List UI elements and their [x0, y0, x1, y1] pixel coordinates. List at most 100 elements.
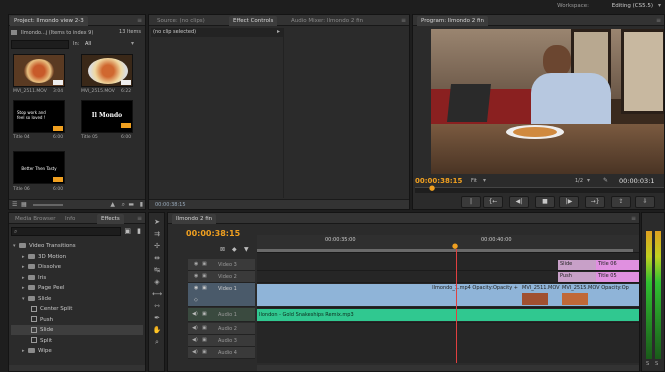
tab-program[interactable]: Program: Ilmondo 2 fin	[417, 16, 488, 26]
clip-ilmondo-1[interactable]: Ilmondo_1.mp4 Opacity:Opacity +	[257, 284, 520, 306]
tab-audio-mixer[interactable]: Audio Mixer: Ilmondo 2 fin	[287, 16, 367, 26]
new-bin-icon[interactable]: ▣	[124, 227, 131, 235]
work-area-bar[interactable]	[257, 249, 633, 252]
thumbnail-title-06[interactable]: Better Then Tasty	[13, 151, 65, 184]
track-header-audio-1[interactable]: ◀) ▣ Audio 1	[188, 308, 255, 322]
rewind-button[interactable]: ◀|	[509, 196, 529, 208]
eye-icon[interactable]: ◉	[194, 273, 198, 279]
lock-icon[interactable]: ▣	[202, 311, 207, 317]
time-ruler[interactable]: 00:00:35:00 00:00:40:00	[257, 235, 639, 253]
tab-effects[interactable]: Effects	[97, 214, 124, 224]
transition-push[interactable]: Push	[558, 272, 596, 282]
lock-icon[interactable]: ▣	[202, 337, 207, 343]
solo-icon[interactable]: S	[655, 361, 658, 367]
track-select-tool-icon[interactable]: ⇉	[151, 229, 163, 239]
slip-tool-icon[interactable]: ⟷	[151, 289, 163, 299]
delete-icon[interactable]: ▮	[140, 201, 143, 208]
automate-icon[interactable]: ▲	[110, 201, 115, 208]
panel-menu-icon[interactable]: ≡	[401, 17, 406, 24]
eye-icon[interactable]: ◉	[194, 285, 198, 291]
razor-tool-icon[interactable]: ◈	[151, 277, 163, 287]
effects-folder[interactable]: ▸ Dissolve	[11, 262, 143, 272]
lock-icon[interactable]: ▣	[202, 285, 207, 291]
effects-folder[interactable]: ▸ Iris	[11, 273, 143, 283]
effects-folder[interactable]: ▸ Page Peel	[11, 283, 143, 293]
track-header-video-2[interactable]: ◉ ▣ Video 2	[188, 271, 255, 283]
effect-divider[interactable]	[283, 28, 284, 198]
zoom-slider[interactable]	[33, 204, 63, 206]
timeline-scrollbar[interactable]	[257, 365, 639, 371]
transition-slide[interactable]: Slide	[558, 260, 596, 270]
pen-tool-icon[interactable]: ✒	[151, 313, 163, 323]
effects-folder[interactable]: ▾ Video Transitions	[11, 241, 143, 251]
panel-menu-icon[interactable]: ≡	[631, 215, 636, 222]
rolling-edit-tool-icon[interactable]: ⇹	[151, 253, 163, 263]
playhead-marker-icon[interactable]: ●	[429, 184, 435, 192]
wrench-icon[interactable]: ✎	[603, 177, 608, 184]
panel-menu-icon[interactable]: ≡	[137, 215, 142, 222]
effects-preset[interactable]: Push	[11, 315, 143, 325]
chevron-down-icon[interactable]: ▾	[587, 177, 590, 184]
ratio-select[interactable]: 1/2	[575, 178, 583, 184]
list-view-icon[interactable]: ☰	[12, 201, 17, 208]
lock-icon[interactable]: ▣	[202, 325, 207, 331]
effects-search-input[interactable]: ⌕	[11, 227, 121, 236]
program-timecode[interactable]: 00:00:38:15	[415, 177, 462, 185]
rate-stretch-tool-icon[interactable]: ↹	[151, 265, 163, 275]
clip-audio-music[interactable]: Ilondon - Gold Snakeships Remix.mp3	[257, 309, 639, 321]
effects-folder[interactable]: ▸ 3D Motion	[11, 252, 143, 262]
add-marker-icon[interactable]: ▼	[244, 246, 249, 253]
timeline-timecode[interactable]: 00:00:38:15	[186, 229, 240, 238]
track-header-audio-2[interactable]: ◀) ▣ Audio 2	[188, 323, 255, 335]
effects-preset[interactable]: Split	[11, 336, 143, 346]
speaker-icon[interactable]: ◀)	[192, 325, 198, 331]
lock-icon[interactable]: ▣	[202, 349, 207, 355]
clip-title-05[interactable]: Title 05	[596, 272, 639, 282]
zoom-tool-icon[interactable]: ⌕	[151, 337, 163, 347]
track-header-video-1[interactable]: ◉ ▣ Video 1 ◇	[188, 283, 255, 307]
lock-icon[interactable]: ▣	[202, 273, 207, 279]
icon-view-icon[interactable]: ▦	[21, 201, 27, 208]
new-bin-icon[interactable]: ▬	[128, 201, 134, 208]
chevron-down-icon[interactable]: ▾	[131, 40, 134, 47]
marker-icon[interactable]: ◆	[232, 246, 237, 253]
program-scrubber[interactable]	[415, 187, 664, 193]
fit-select[interactable]: Fit	[471, 178, 477, 184]
speaker-icon[interactable]: ◀)	[192, 349, 198, 355]
snap-icon[interactable]: ⊠	[220, 246, 225, 253]
delete-icon[interactable]: ▮	[137, 227, 141, 235]
ripple-edit-tool-icon[interactable]: ✢	[151, 241, 163, 251]
eye-icon[interactable]: ◉	[194, 261, 198, 267]
tab-timeline[interactable]: Ilmondo 2 fin	[172, 214, 217, 224]
effects-folder[interactable]: ▾ Slide	[11, 294, 143, 304]
panel-menu-icon[interactable]: ≡	[656, 17, 661, 24]
selection-tool-icon[interactable]: ➤	[151, 217, 163, 227]
chevron-down-icon[interactable]: ▾	[483, 177, 486, 184]
tab-project[interactable]: Project: Ilmondo view 2-3	[10, 16, 88, 26]
panel-menu-icon[interactable]: ≡	[137, 17, 142, 24]
chevron-down-icon[interactable]: ▾	[658, 2, 661, 9]
tab-effect-controls[interactable]: Effect Controls	[229, 16, 278, 26]
extract-button[interactable]: ⇩	[635, 196, 655, 208]
lift-button[interactable]: ⇪	[611, 196, 631, 208]
tab-source[interactable]: Source: (no clips)	[153, 16, 209, 26]
mark-in-button[interactable]: |	[461, 196, 481, 208]
stop-button[interactable]: ■	[535, 196, 555, 208]
speaker-icon[interactable]: ◀)	[192, 311, 198, 317]
step-forward-button[interactable]: →}	[585, 196, 605, 208]
tab-info[interactable]: Info	[61, 214, 79, 224]
keyframe-icon[interactable]: ◇	[194, 297, 198, 303]
tab-media-browser[interactable]: Media Browser	[11, 214, 60, 224]
hand-tool-icon[interactable]: ✋	[151, 325, 163, 335]
effects-preset[interactable]: Center Split	[11, 304, 143, 314]
search-in-select[interactable]: All	[85, 41, 91, 47]
effects-folder[interactable]: ▸ Wipe	[11, 346, 143, 356]
solo-icon[interactable]: S	[646, 361, 649, 367]
step-back-button[interactable]: {←	[483, 196, 503, 208]
chevron-right-icon[interactable]: ▸	[277, 28, 280, 35]
clip-title-06[interactable]: Title 06	[596, 260, 639, 270]
thumbnail-clip-2[interactable]	[81, 54, 133, 87]
thumbnail-title-05[interactable]: Il Mondo	[81, 100, 133, 133]
track-header-audio-4[interactable]: ◀) ▣ Audio 4	[188, 347, 255, 359]
search-icon[interactable]: ⌕	[122, 201, 125, 209]
